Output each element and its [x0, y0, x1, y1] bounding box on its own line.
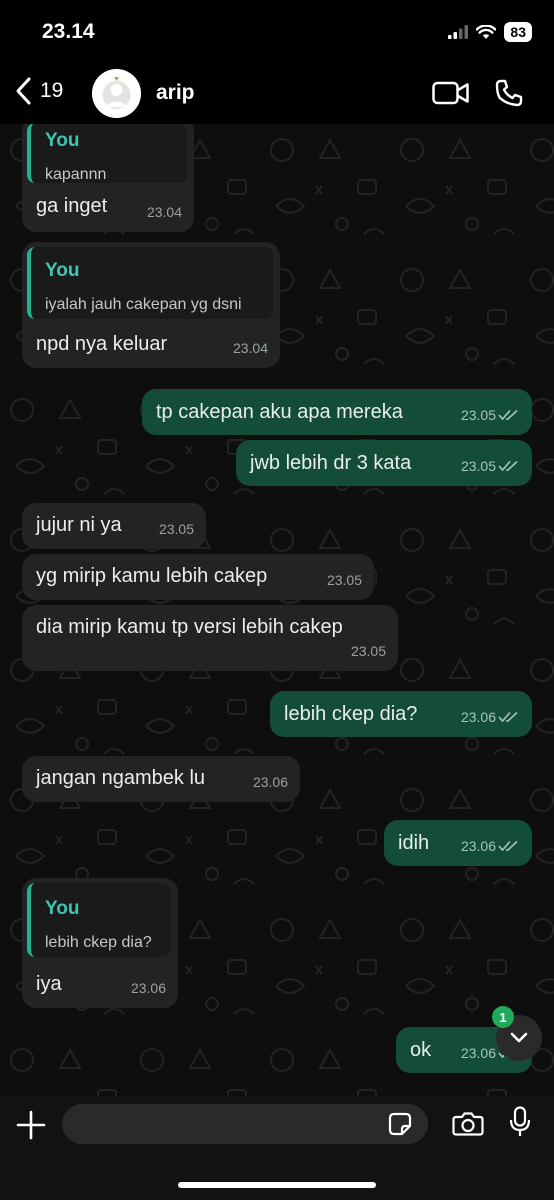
- message-meta: 23.05: [351, 639, 386, 663]
- message-meta: 23.04: [147, 200, 182, 224]
- quoted-message[interactable]: You lebih ckep dia?: [27, 883, 171, 957]
- message-input[interactable]: [62, 1104, 428, 1144]
- status-time: 23.14: [42, 20, 95, 43]
- quote-text: kapannn: [45, 166, 107, 183]
- status-bar: 23.14 83: [0, 0, 554, 62]
- message-bubble-incoming[interactable]: jangan ngambek lu 23.06: [22, 756, 300, 802]
- contact-name[interactable]: arip: [156, 81, 195, 105]
- message-text: dia mirip kamu tp versi lebih cakep: [36, 616, 343, 638]
- voice-message-button[interactable]: [509, 1106, 531, 1143]
- message-text: ga inget: [36, 195, 108, 217]
- message-text: yg mirip kamu lebih cakep: [36, 565, 268, 587]
- message-bubble-incoming[interactable]: dia mirip kamu tp versi lebih cakep 23.0…: [22, 605, 398, 671]
- message-meta: 23.06: [461, 834, 520, 858]
- message-text: iya: [36, 973, 62, 995]
- message-time: 23.06: [460, 709, 496, 725]
- message-meta: 23.05: [327, 568, 362, 592]
- message-composer: [0, 1096, 554, 1200]
- cellular-signal-icon: [448, 25, 469, 39]
- message-text: lebih ckep dia?: [284, 703, 418, 725]
- message-meta: 23.05: [159, 517, 194, 541]
- unread-chats-count: 19: [40, 79, 64, 102]
- message-bubble-incoming[interactable]: yg mirip kamu lebih cakep 23.05: [22, 554, 374, 600]
- message-bubble-outgoing[interactable]: lebih ckep dia? 23.06: [270, 691, 532, 737]
- message-time: 23.06: [460, 1045, 496, 1061]
- home-indicator: [178, 1182, 376, 1188]
- video-camera-icon: [432, 81, 469, 105]
- message-meta: 23.06: [461, 705, 520, 729]
- message-meta: 23.05: [461, 403, 520, 427]
- read-receipt-icon: [498, 840, 518, 852]
- quote-author: You: [45, 130, 80, 151]
- message-bubble-outgoing[interactable]: jwb lebih dr 3 kata 23.05: [236, 440, 532, 486]
- back-button[interactable]: 19: [14, 76, 63, 106]
- message-time: 23.04: [232, 340, 268, 356]
- default-avatar-icon: [92, 69, 141, 118]
- message-bubble-incoming[interactable]: You iyalah jauh cakepan yg dsni npd nya …: [22, 242, 280, 368]
- chat-area[interactable]: You kapannn ga inget 23.04 You iyalah ja…: [0, 124, 554, 1096]
- message-time: 23.06: [460, 838, 496, 854]
- message-bubble-incoming[interactable]: You lebih ckep dia? iya 23.06: [22, 878, 178, 1008]
- battery-indicator: 83: [504, 22, 532, 42]
- voice-call-button[interactable]: [494, 78, 524, 113]
- attach-button[interactable]: [16, 1110, 46, 1145]
- message-meta: 23.06: [253, 770, 288, 794]
- plus-icon: [16, 1110, 46, 1140]
- camera-icon: [452, 1112, 484, 1136]
- message-bubble-outgoing[interactable]: tp cakepan aku apa mereka 23.05: [142, 389, 532, 435]
- message-time: 23.06: [130, 980, 166, 996]
- chevron-down-icon: [510, 1032, 528, 1043]
- message-text: jangan ngambek lu: [36, 767, 206, 789]
- message-time: 23.05: [350, 643, 386, 659]
- chevron-left-icon: [16, 77, 31, 105]
- quote-text: lebih ckep dia?: [45, 934, 152, 951]
- message-time: 23.05: [460, 407, 496, 423]
- unread-badge: 1: [492, 1006, 514, 1028]
- message-meta: 23.06: [131, 976, 166, 1000]
- message-bubble-incoming[interactable]: You kapannn ga inget 23.04: [22, 124, 194, 232]
- message-text: jwb lebih dr 3 kata: [250, 452, 412, 474]
- message-time: 23.05: [460, 458, 496, 474]
- camera-button[interactable]: [452, 1112, 484, 1141]
- phone-icon: [495, 79, 523, 107]
- message-meta: 23.04: [233, 336, 268, 360]
- quote-text: iyalah jauh cakepan yg dsni: [45, 296, 242, 313]
- message-time: 23.06: [252, 774, 288, 790]
- sticker-icon: [388, 1112, 412, 1136]
- quote-author: You: [45, 260, 80, 281]
- quote-author: You: [45, 898, 80, 919]
- status-icons: 83: [448, 22, 532, 42]
- microphone-icon: [509, 1106, 531, 1136]
- message-time: 23.04: [146, 204, 182, 220]
- message-text: ok: [410, 1039, 432, 1061]
- message-time: 23.05: [326, 572, 362, 588]
- message-text: tp cakepan aku apa mereka: [156, 401, 403, 423]
- message-time: 23.05: [158, 521, 194, 537]
- read-receipt-icon: [498, 711, 518, 723]
- avatar[interactable]: [92, 69, 141, 118]
- wifi-icon: [476, 24, 497, 39]
- quoted-message[interactable]: You kapannn: [27, 124, 187, 183]
- message-meta: 23.05: [461, 454, 520, 478]
- chat-header: 19 arip: [0, 62, 554, 124]
- read-receipt-icon: [498, 460, 518, 472]
- video-call-button[interactable]: [432, 80, 470, 111]
- quoted-message[interactable]: You iyalah jauh cakepan yg dsni: [27, 247, 273, 319]
- message-text: jujur ni ya: [36, 514, 122, 536]
- message-bubble-incoming[interactable]: jujur ni ya 23.05: [22, 503, 206, 549]
- sticker-button[interactable]: [388, 1112, 412, 1141]
- message-text: npd nya keluar: [36, 333, 168, 355]
- read-receipt-icon: [498, 409, 518, 421]
- message-text: idih: [398, 832, 430, 854]
- message-bubble-outgoing[interactable]: idih 23.06: [384, 820, 532, 866]
